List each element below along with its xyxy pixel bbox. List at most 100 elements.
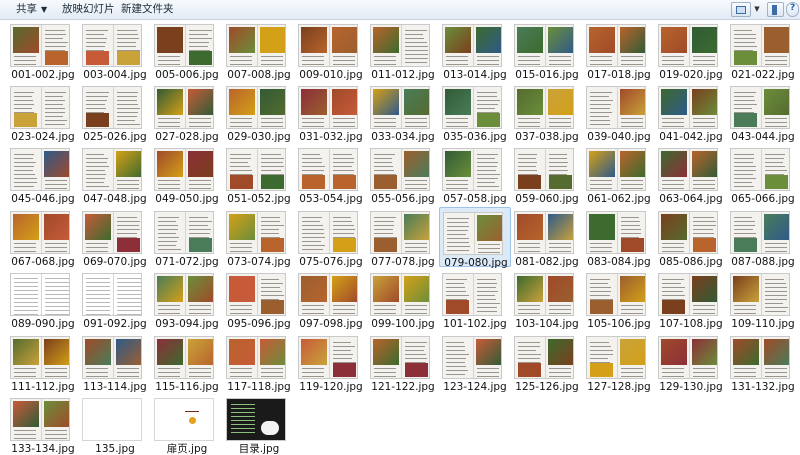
- file-item[interactable]: 095-096.jpg: [223, 269, 295, 330]
- file-item[interactable]: 053-054.jpg: [295, 144, 367, 205]
- file-item[interactable]: 135.jpg: [79, 394, 151, 455]
- thumbnail-image: [154, 148, 214, 191]
- file-item[interactable]: 033-034.jpg: [367, 82, 439, 143]
- file-item[interactable]: 025-026.jpg: [79, 82, 151, 143]
- file-item[interactable]: 077-078.jpg: [367, 207, 439, 268]
- file-item[interactable]: 067-068.jpg: [7, 207, 79, 268]
- file-item[interactable]: 071-072.jpg: [151, 207, 223, 268]
- file-item[interactable]: 129-130.jpg: [655, 332, 727, 393]
- file-name-label: 131-132.jpg: [731, 381, 795, 393]
- file-item[interactable]: 113-114.jpg: [79, 332, 151, 393]
- thumbnail-image: [226, 148, 286, 191]
- file-item[interactable]: 051-052.jpg: [223, 144, 295, 205]
- file-item[interactable]: 059-060.jpg: [511, 144, 583, 205]
- thumbnail-image: [514, 24, 574, 67]
- file-item[interactable]: 023-024.jpg: [7, 82, 79, 143]
- file-item[interactable]: 041-042.jpg: [655, 82, 727, 143]
- file-item[interactable]: 007-008.jpg: [223, 20, 295, 81]
- thumbnail-image: [658, 336, 718, 379]
- file-item[interactable]: 005-006.jpg: [151, 20, 223, 81]
- thumbnail-image: [658, 148, 718, 191]
- file-item[interactable]: 093-094.jpg: [151, 269, 223, 330]
- file-item[interactable]: 075-076.jpg: [295, 207, 367, 268]
- file-item[interactable]: 011-012.jpg: [367, 20, 439, 81]
- file-item[interactable]: 107-108.jpg: [655, 269, 727, 330]
- file-item[interactable]: 127-128.jpg: [583, 332, 655, 393]
- file-item[interactable]: 081-082.jpg: [511, 207, 583, 268]
- thumbnail-image: [226, 24, 286, 67]
- file-item[interactable]: 121-122.jpg: [367, 332, 439, 393]
- file-item[interactable]: 031-032.jpg: [295, 82, 367, 143]
- thumbnail-image: [514, 273, 574, 316]
- file-name-label: 043-044.jpg: [731, 131, 795, 143]
- file-item[interactable]: 037-038.jpg: [511, 82, 583, 143]
- file-item[interactable]: 029-030.jpg: [223, 82, 295, 143]
- file-item[interactable]: 047-048.jpg: [79, 144, 151, 205]
- file-item[interactable]: 111-112.jpg: [7, 332, 79, 393]
- file-item[interactable]: 115-116.jpg: [151, 332, 223, 393]
- file-item[interactable]: 017-018.jpg: [583, 20, 655, 81]
- file-item[interactable]: 055-056.jpg: [367, 144, 439, 205]
- file-item[interactable]: 061-062.jpg: [583, 144, 655, 205]
- file-item[interactable]: 131-132.jpg: [727, 332, 799, 393]
- view-options-button[interactable]: [731, 2, 751, 17]
- file-item[interactable]: 015-016.jpg: [511, 20, 583, 81]
- file-item[interactable]: 123-124.jpg: [439, 332, 511, 393]
- share-button[interactable]: 共享 ▼: [10, 1, 53, 18]
- file-item[interactable]: 103-104.jpg: [511, 269, 583, 330]
- thumbnail-image: [443, 212, 503, 255]
- file-item[interactable]: 057-058.jpg: [439, 144, 511, 205]
- new-folder-button[interactable]: 新建文件夹: [115, 1, 180, 18]
- file-item[interactable]: 101-102.jpg: [439, 269, 511, 330]
- file-item[interactable]: 133-134.jpg: [7, 394, 79, 455]
- file-item[interactable]: 117-118.jpg: [223, 332, 295, 393]
- thumbnail-image: [82, 148, 142, 191]
- file-item[interactable]: 089-090.jpg: [7, 269, 79, 330]
- thumbnail-image: [730, 273, 790, 316]
- file-name-label: 109-110.jpg: [731, 318, 795, 330]
- file-item[interactable]: 035-036.jpg: [439, 82, 511, 143]
- file-item[interactable]: 085-086.jpg: [655, 207, 727, 268]
- help-button[interactable]: ?: [786, 2, 799, 17]
- file-item[interactable]: 119-120.jpg: [295, 332, 367, 393]
- file-item[interactable]: 109-110.jpg: [727, 269, 799, 330]
- file-item[interactable]: 069-070.jpg: [79, 207, 151, 268]
- file-item[interactable]: 049-050.jpg: [151, 144, 223, 205]
- file-item[interactable]: 087-088.jpg: [727, 207, 799, 268]
- file-item[interactable]: 079-080.jpg: [439, 207, 511, 269]
- file-item[interactable]: 043-044.jpg: [727, 82, 799, 143]
- thumbnail-image: [370, 86, 430, 129]
- file-item[interactable]: 019-020.jpg: [655, 20, 727, 81]
- file-item[interactable]: 045-046.jpg: [7, 144, 79, 205]
- file-item[interactable]: 003-004.jpg: [79, 20, 151, 81]
- thumbnail-image: [10, 24, 70, 67]
- thumbnail-image: [82, 273, 142, 316]
- thumbnail-image: [442, 86, 502, 129]
- thumbnail-image: [586, 211, 646, 254]
- file-item[interactable]: 091-092.jpg: [79, 269, 151, 330]
- file-item[interactable]: 073-074.jpg: [223, 207, 295, 268]
- file-item[interactable]: 099-100.jpg: [367, 269, 439, 330]
- thumbnail-image: [226, 398, 286, 441]
- view-dropdown-button[interactable]: ▼: [752, 2, 762, 17]
- file-name-label: 021-022.jpg: [731, 69, 795, 81]
- file-item[interactable]: 021-022.jpg: [727, 20, 799, 81]
- file-item[interactable]: 013-014.jpg: [439, 20, 511, 81]
- slideshow-button[interactable]: 放映幻灯片: [56, 1, 121, 18]
- preview-pane-button[interactable]: [767, 2, 784, 17]
- file-item[interactable]: 083-084.jpg: [583, 207, 655, 268]
- file-item[interactable]: 125-126.jpg: [511, 332, 583, 393]
- file-item[interactable]: 065-066.jpg: [727, 144, 799, 205]
- file-item[interactable]: 027-028.jpg: [151, 82, 223, 143]
- file-item[interactable]: 扉页.jpg: [151, 394, 223, 455]
- thumbnail-image: [226, 211, 286, 254]
- file-item[interactable]: 039-040.jpg: [583, 82, 655, 143]
- file-item[interactable]: 目录.jpg: [223, 394, 295, 455]
- file-item[interactable]: 001-002.jpg: [7, 20, 79, 81]
- file-item[interactable]: 063-064.jpg: [655, 144, 727, 205]
- file-item[interactable]: 097-098.jpg: [295, 269, 367, 330]
- file-item[interactable]: 105-106.jpg: [583, 269, 655, 330]
- thumbnail-image: [586, 273, 646, 316]
- file-item[interactable]: 009-010.jpg: [295, 20, 367, 81]
- thumbnail-image: [442, 336, 502, 379]
